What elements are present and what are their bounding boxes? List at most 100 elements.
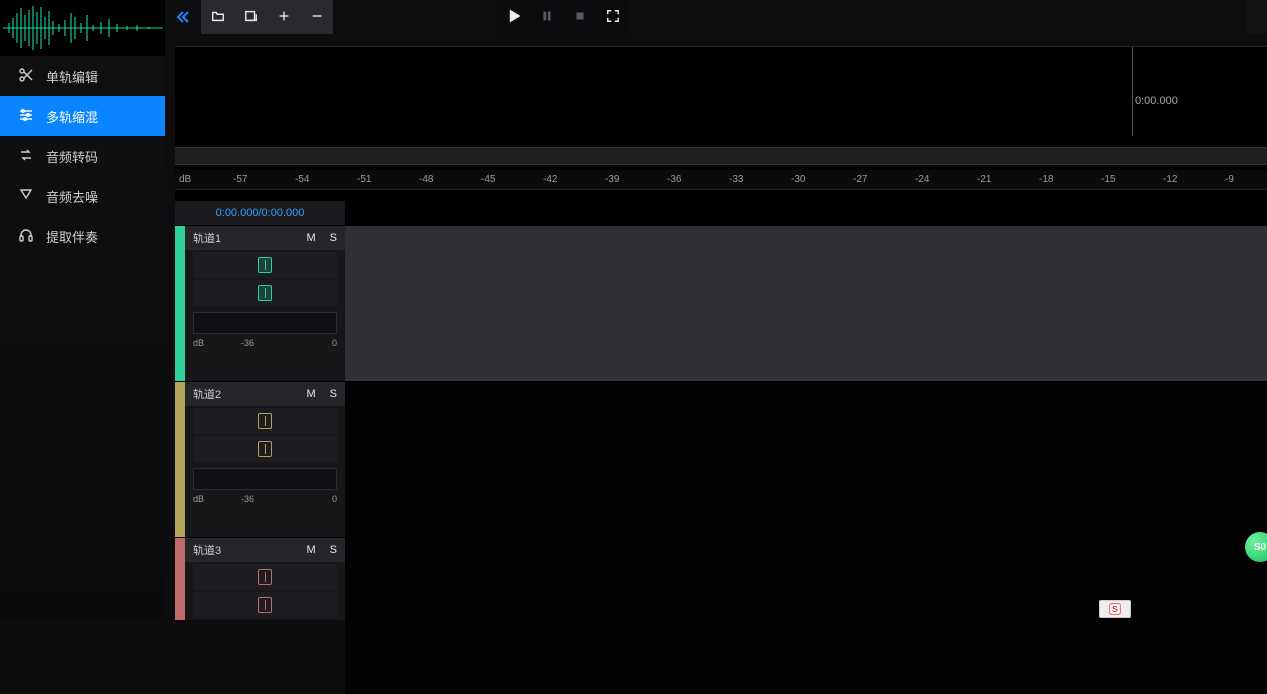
top-toolbar [165, 0, 1267, 34]
track-color-stripe[interactable] [175, 382, 185, 537]
sidebar-item-label: 音频转码 [46, 147, 98, 166]
overview-playhead[interactable] [1132, 47, 1133, 136]
time-current: 0:00.000 [216, 207, 259, 219]
fullscreen-button[interactable] [596, 0, 629, 34]
track-volume-slider[interactable] [193, 408, 337, 434]
db-tick: -54 [295, 174, 309, 185]
stop-icon [573, 9, 587, 26]
mute-toggle[interactable]: M [306, 388, 315, 400]
track-name[interactable]: 轨道1 [193, 230, 221, 246]
db-tick: -12 [1163, 174, 1177, 185]
file-button-group [201, 0, 333, 34]
mute-toggle[interactable]: M [306, 232, 315, 244]
sidebar-item-multitrack[interactable]: 多轨缩混 [0, 96, 165, 136]
track-header-1: 轨道1 M S dB -36 0 [175, 226, 345, 382]
float-label: S0 [1254, 542, 1266, 553]
db-tick: -21 [977, 174, 991, 185]
solo-toggle[interactable]: S [330, 388, 337, 400]
track-lane-1[interactable] [345, 226, 1267, 382]
track-volume-slider[interactable] [193, 252, 337, 278]
db-tick: -57 [233, 174, 247, 185]
db-tick: -39 [605, 174, 619, 185]
app-logo-waveform [0, 0, 165, 56]
collapse-sidebar-button[interactable] [165, 0, 201, 34]
db-ruler: dB -57 -54 -51 -48 -45 -42 -39 -36 -33 -… [175, 170, 1267, 190]
db-tick: -27 [853, 174, 867, 185]
track-name[interactable]: 轨道2 [193, 386, 221, 402]
track-header-3: 轨道3 M S [175, 538, 345, 620]
sidebar-item-denoise[interactable]: 音频去噪 [0, 176, 165, 216]
toolbar-corner [1247, 0, 1267, 34]
mute-toggle[interactable]: M [306, 544, 315, 556]
db-tick: -36 [667, 174, 681, 185]
track-header-2: 轨道2 M S dB -36 0 [175, 382, 345, 538]
sidebar-item-label: 提取伴奏 [46, 227, 98, 246]
fullscreen-icon [606, 9, 620, 26]
meter-label: 0 [332, 494, 337, 504]
solo-toggle[interactable]: S [330, 232, 337, 244]
transport-controls [497, 0, 629, 34]
track-volume-slider[interactable] [193, 564, 337, 590]
remove-button[interactable] [300, 0, 333, 34]
svg-text:S: S [1112, 605, 1118, 614]
meter-label: 0 [332, 338, 337, 348]
floating-action-button[interactable]: S0 [1245, 532, 1267, 562]
track-color-stripe[interactable] [175, 538, 185, 620]
track-level-meter [193, 468, 337, 490]
open-button[interactable] [201, 0, 234, 34]
timeline-ruler[interactable] [175, 147, 1267, 165]
sidebar-item-transcode[interactable]: 音频转码 [0, 136, 165, 176]
import-button[interactable] [234, 0, 267, 34]
stop-button[interactable] [563, 0, 596, 34]
sidebar-item-label: 多轨缩混 [46, 107, 98, 126]
track-headers-column: 0:00.000 / 0:00.000 轨道1 M S dB -36 0 [175, 201, 345, 620]
track-name[interactable]: 轨道3 [193, 542, 221, 558]
headphones-icon [18, 227, 34, 246]
solo-toggle[interactable]: S [330, 544, 337, 556]
db-tick: -42 [543, 174, 557, 185]
multitrack-icon [18, 107, 34, 126]
track-pan-slider[interactable] [193, 280, 337, 306]
play-button[interactable] [497, 0, 530, 34]
pause-button[interactable] [530, 0, 563, 34]
minus-icon [310, 9, 324, 26]
db-ruler-unit: dB [179, 174, 191, 185]
track-color-stripe[interactable] [175, 226, 185, 381]
meter-label: -36 [241, 338, 254, 348]
track-pan-slider[interactable] [193, 436, 337, 462]
ime-indicator[interactable]: S [1099, 600, 1131, 618]
transcode-icon [18, 147, 34, 166]
db-tick: -24 [915, 174, 929, 185]
nav-list: 单轨编辑 多轨缩混 音频转码 音频去噪 提取伴奏 [0, 56, 165, 256]
track-lane-2[interactable] [345, 382, 1267, 538]
sidebar-item-single-track[interactable]: 单轨编辑 [0, 56, 165, 96]
sidebar: 单轨编辑 多轨缩混 音频转码 音频去噪 提取伴奏 [0, 0, 165, 620]
pause-icon [540, 9, 554, 26]
overview-playhead-label: 0:00.000 [1135, 95, 1178, 107]
time-counter: 0:00.000 / 0:00.000 [175, 201, 345, 226]
scissors-icon [18, 67, 34, 86]
import-icon [244, 9, 258, 26]
db-tick: -45 [481, 174, 495, 185]
track-meter-scale: dB -36 0 [193, 494, 337, 508]
time-total: 0:00.000 [262, 207, 305, 219]
meter-label: dB [193, 494, 204, 504]
meter-label: -36 [241, 494, 254, 504]
sidebar-item-label: 音频去噪 [46, 187, 98, 206]
db-tick: -18 [1039, 174, 1053, 185]
db-tick: -15 [1101, 174, 1115, 185]
track-pan-slider[interactable] [193, 592, 337, 618]
add-button[interactable] [267, 0, 300, 34]
folder-open-icon [211, 9, 225, 26]
track-meter-scale: dB -36 0 [193, 338, 337, 352]
db-tick: -51 [357, 174, 371, 185]
meter-label: dB [193, 338, 204, 348]
track-lanes[interactable] [345, 226, 1267, 620]
db-tick: -48 [419, 174, 433, 185]
track-level-meter [193, 312, 337, 334]
db-tick: -33 [729, 174, 743, 185]
db-tick: -9 [1225, 174, 1234, 185]
plus-icon [277, 9, 291, 26]
sidebar-item-extract[interactable]: 提取伴奏 [0, 216, 165, 256]
overview-waveform[interactable]: 0:00.000 [175, 46, 1267, 136]
